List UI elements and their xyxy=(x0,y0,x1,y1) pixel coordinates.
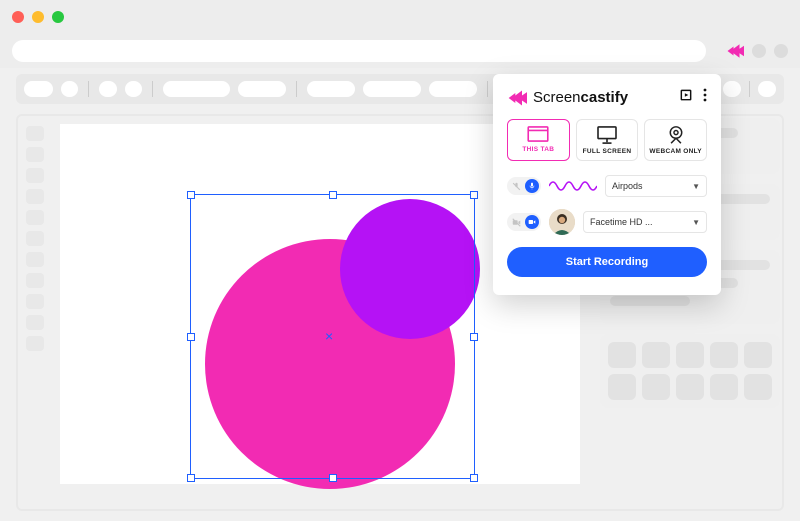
brand-logo: Screencastify xyxy=(507,89,628,106)
toolbar-item[interactable] xyxy=(238,81,286,97)
selection-handle[interactable] xyxy=(329,191,337,199)
toolbar-item[interactable] xyxy=(363,81,421,97)
toolbar-item[interactable] xyxy=(99,81,116,97)
window-minimize-button[interactable] xyxy=(32,11,44,23)
toolbar-item[interactable] xyxy=(163,81,230,97)
tool-rail-item[interactable] xyxy=(26,336,44,351)
toolbar-item[interactable] xyxy=(307,81,355,97)
traffic-lights xyxy=(12,11,64,23)
tool-rail-item[interactable] xyxy=(26,210,44,225)
cam-on-icon xyxy=(525,215,539,229)
toolbar-item[interactable] xyxy=(429,81,477,97)
swatch-tile[interactable] xyxy=(710,342,738,368)
extension-placeholder-icon xyxy=(752,44,766,58)
capture-mode-group: THIS TAB FULL SCREEN WEBCAM ONLY xyxy=(507,119,707,161)
mode-full-screen[interactable]: FULL SCREEN xyxy=(576,119,639,161)
swatch-tile[interactable] xyxy=(608,374,636,400)
browser-tab-icon xyxy=(527,126,549,142)
audio-source-row: Airpods ▼ xyxy=(507,175,707,197)
video-source-row: Facetime HD ... ▼ xyxy=(507,209,707,235)
tool-rail-item[interactable] xyxy=(26,126,44,141)
swatch-tile[interactable] xyxy=(744,374,772,400)
selection-handle[interactable] xyxy=(187,333,195,341)
selection-handle[interactable] xyxy=(187,191,195,199)
placeholder-line xyxy=(610,296,690,306)
mic-active-icon xyxy=(525,179,539,193)
chevron-down-icon: ▼ xyxy=(692,182,700,191)
chevron-down-icon: ▼ xyxy=(692,218,700,227)
library-icon[interactable] xyxy=(679,88,693,107)
toolbar-item[interactable] xyxy=(61,81,78,97)
webcam-toggle[interactable] xyxy=(507,213,541,231)
swatch-tile[interactable] xyxy=(676,342,704,368)
mode-webcam-only[interactable]: WEBCAM ONLY xyxy=(644,119,707,161)
toolbar-separator xyxy=(88,81,89,97)
mic-muted-icon xyxy=(510,180,522,192)
tool-rail-item[interactable] xyxy=(26,168,44,183)
selection-handle[interactable] xyxy=(470,333,478,341)
mode-label: WEBCAM ONLY xyxy=(649,148,702,155)
selection-handle[interactable] xyxy=(329,474,337,482)
microphone-toggle[interactable] xyxy=(507,177,541,195)
video-device-label: Facetime HD ... xyxy=(590,217,653,227)
swatch-tile[interactable] xyxy=(642,374,670,400)
selection-handle[interactable] xyxy=(470,474,478,482)
window-zoom-button[interactable] xyxy=(52,11,64,23)
tool-rail-item[interactable] xyxy=(26,273,44,288)
brand-name: Screencastify xyxy=(533,89,628,106)
tool-rail-item[interactable] xyxy=(26,315,44,330)
swatch-tile[interactable] xyxy=(710,374,738,400)
extension-placeholder-icon xyxy=(774,44,788,58)
toolbar-separator xyxy=(487,81,488,97)
toolbar-item[interactable] xyxy=(758,81,776,97)
tool-rail-item[interactable] xyxy=(26,231,44,246)
browser-toolbar xyxy=(0,34,800,68)
swatch-tile[interactable] xyxy=(642,342,670,368)
tool-rail-item[interactable] xyxy=(26,252,44,267)
selection-handle[interactable] xyxy=(470,191,478,199)
selection-handle[interactable] xyxy=(187,474,195,482)
screencastify-popup: Screencastify TH xyxy=(493,74,721,295)
panel-card xyxy=(600,334,780,408)
swatch-tile[interactable] xyxy=(744,342,772,368)
audio-device-select[interactable]: Airpods ▼ xyxy=(605,175,707,197)
tool-rail-item[interactable] xyxy=(26,294,44,309)
toolbar-item[interactable] xyxy=(125,81,142,97)
video-device-select[interactable]: Facetime HD ... ▼ xyxy=(583,211,707,233)
swatch-tile[interactable] xyxy=(608,342,636,368)
audio-waveform-icon xyxy=(549,177,597,195)
address-bar[interactable] xyxy=(12,40,706,62)
monitor-icon xyxy=(596,126,618,144)
swatch-tile[interactable] xyxy=(676,374,704,400)
cam-off-icon xyxy=(510,216,522,228)
selection-center-icon: × xyxy=(325,328,333,344)
toolbar-separator xyxy=(296,81,297,97)
mode-this-tab[interactable]: THIS TAB xyxy=(507,119,570,161)
start-recording-button[interactable]: Start Recording xyxy=(507,247,707,277)
audio-device-label: Airpods xyxy=(612,181,643,191)
mode-label: FULL SCREEN xyxy=(583,148,632,155)
tool-rail-item[interactable] xyxy=(26,189,44,204)
webcam-preview-avatar xyxy=(549,209,575,235)
screencastify-logo-icon xyxy=(507,90,527,106)
tool-rail xyxy=(26,124,48,501)
toolbar-separator xyxy=(152,81,153,97)
window-titlebar xyxy=(0,0,800,34)
mode-label: THIS TAB xyxy=(522,146,554,153)
tool-rail-item[interactable] xyxy=(26,147,44,162)
screencastify-extension-icon[interactable] xyxy=(726,44,744,58)
toolbar-item[interactable] xyxy=(24,81,53,97)
toolbar-item[interactable] xyxy=(723,81,741,97)
kebab-menu-icon[interactable] xyxy=(703,88,707,107)
webcam-icon xyxy=(666,126,686,144)
window-close-button[interactable] xyxy=(12,11,24,23)
toolbar-separator xyxy=(749,81,750,97)
